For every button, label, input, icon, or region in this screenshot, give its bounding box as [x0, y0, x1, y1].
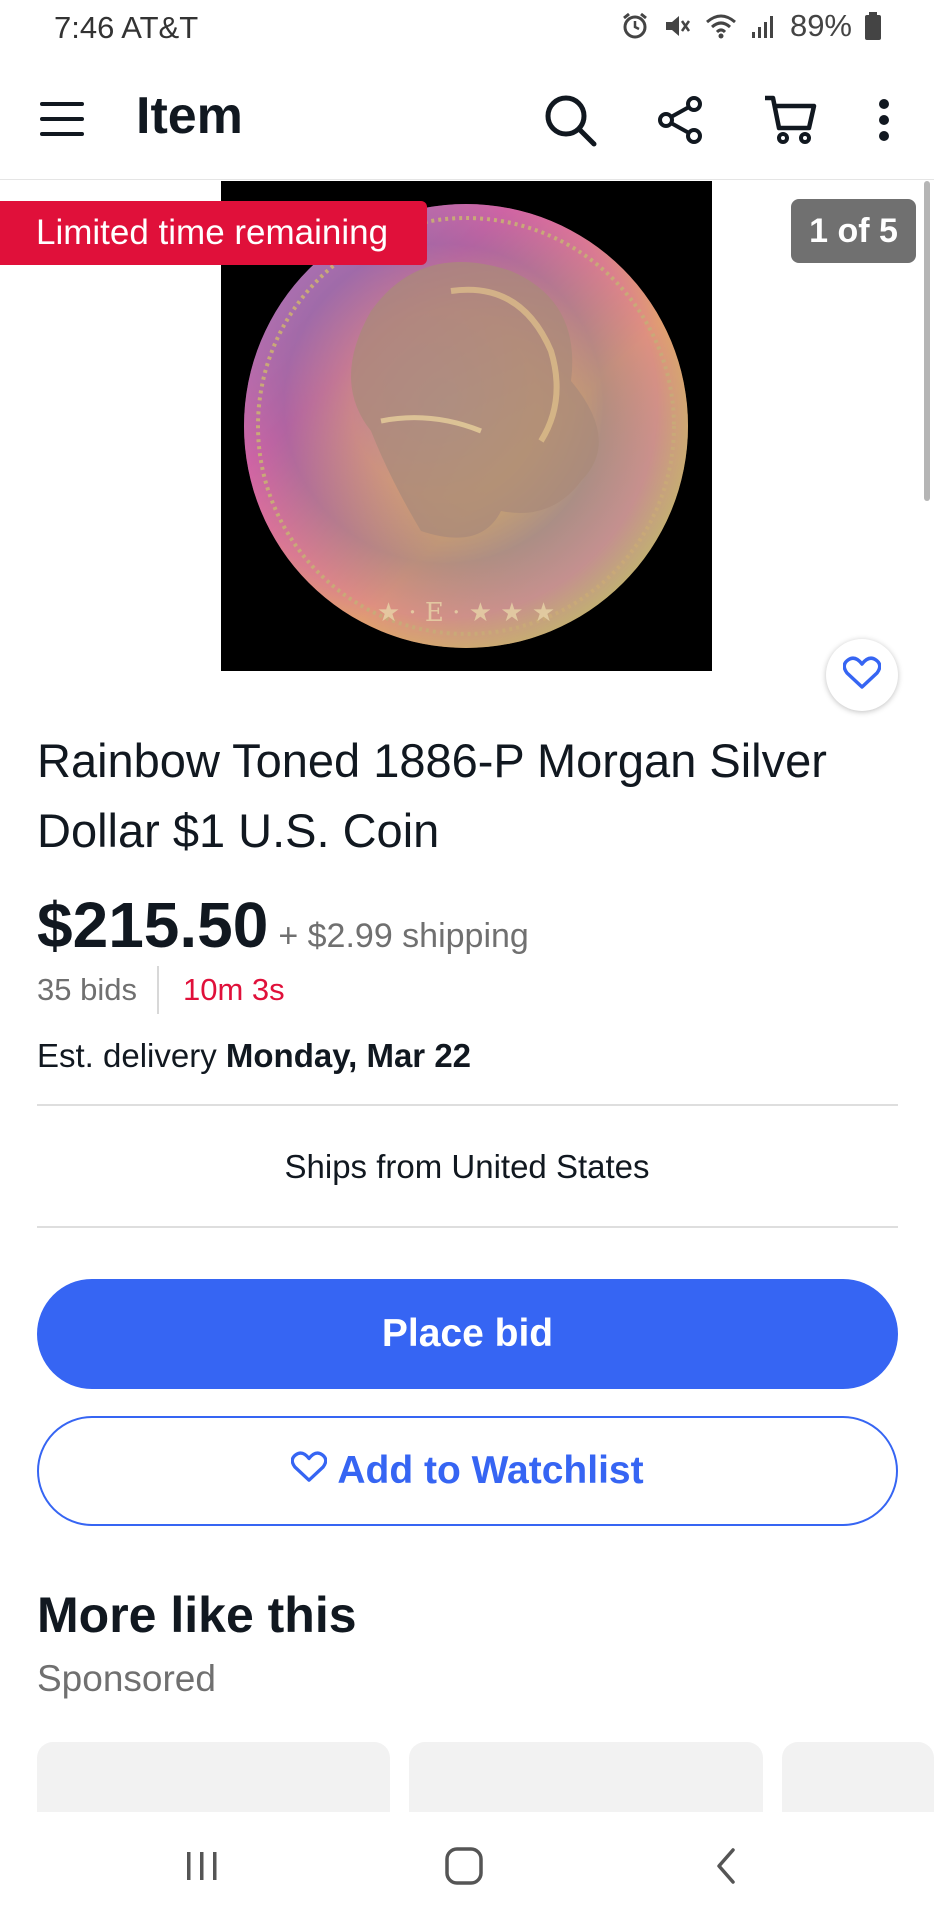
back-icon[interactable] [696, 1836, 756, 1896]
watch-heart-button[interactable] [826, 639, 898, 711]
estimated-delivery: Est. delivery Monday, Mar 22 [37, 1037, 471, 1075]
cart-icon[interactable] [758, 88, 822, 152]
add-to-watchlist-label: Add to Watchlist [337, 1449, 644, 1492]
place-bid-button[interactable]: Place bid [37, 1279, 898, 1389]
page-title: Item [136, 87, 243, 145]
divider [37, 1104, 898, 1106]
alarm-icon [620, 11, 650, 41]
search-icon[interactable] [538, 88, 602, 152]
image-counter-badge: 1 of 5 [791, 199, 916, 263]
sponsored-label: Sponsored [37, 1658, 216, 1699]
shipping-cost: + $2.99 shipping [278, 917, 529, 955]
listing-title: Rainbow Toned 1886-P Morgan Silver Dolla… [37, 734, 827, 857]
share-icon[interactable] [648, 88, 712, 152]
signal-icon [750, 12, 778, 40]
app-bar: Item [0, 60, 934, 180]
mute-icon [662, 11, 692, 41]
add-to-watchlist-button[interactable]: Add to Watchlist [37, 1416, 898, 1526]
divider [37, 1226, 898, 1228]
delivery-label: Est. delivery [37, 1037, 217, 1074]
menu-icon[interactable] [38, 96, 88, 142]
more-icon[interactable] [852, 88, 916, 152]
status-bar: 7:46 AT&T 89% [0, 0, 934, 56]
price-row: $215.50 + $2.99 shipping [37, 888, 529, 962]
limited-time-badge: Limited time remaining [0, 201, 427, 265]
system-nav-bar [0, 1812, 934, 1920]
image-gallery[interactable]: ★ · E · ★ ★ ★ Limited time remaining 1 o… [0, 181, 934, 711]
ships-from: Ships from United States [284, 1148, 650, 1185]
divider [156, 966, 159, 1014]
recommendation-card[interactable] [409, 1742, 763, 1812]
section-title: More like this [37, 1587, 357, 1643]
home-icon[interactable] [434, 1836, 494, 1896]
recommendation-card[interactable] [782, 1742, 934, 1812]
bid-count[interactable]: 35 bids [37, 972, 137, 1008]
status-time-carrier: 7:46 AT&T [54, 10, 199, 45]
delivery-date: Monday, Mar 22 [225, 1037, 472, 1074]
battery-icon [864, 11, 882, 41]
recommendation-card[interactable] [37, 1742, 390, 1812]
recent-apps-icon[interactable] [172, 1836, 232, 1896]
battery-percent: 89% [789, 8, 852, 43]
current-price: $215.50 [37, 889, 269, 961]
time-left: 10m 3s [182, 972, 285, 1007]
heart-icon [291, 1449, 328, 1493]
bids-row: 35 bids 10m 3s [37, 966, 285, 1014]
heart-icon [842, 655, 882, 695]
svg-text:★ · E · ★ ★ ★: ★ · E · ★ ★ ★ [377, 598, 555, 628]
wifi-icon [704, 11, 738, 41]
scrollbar[interactable] [924, 181, 930, 501]
